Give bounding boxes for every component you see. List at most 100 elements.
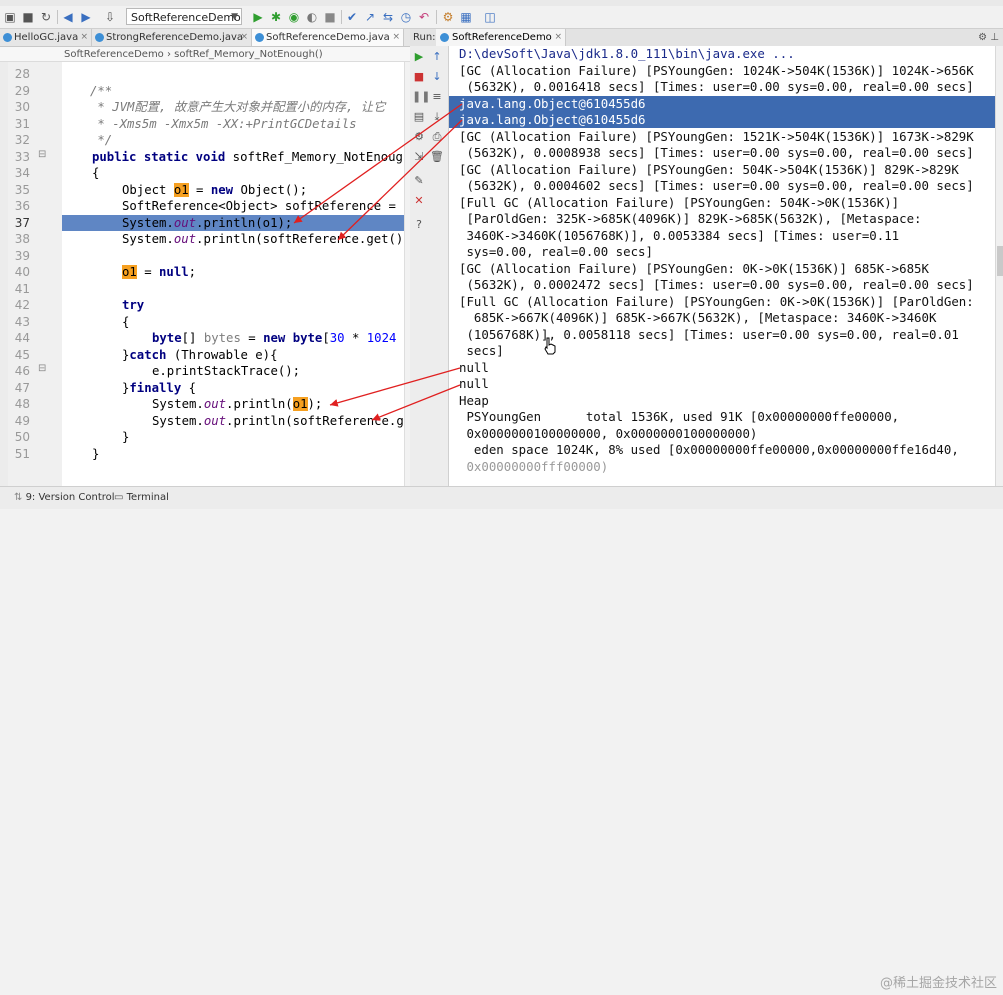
dump-threads-icon[interactable]: ▤ [412, 110, 426, 124]
fold-marker-icon[interactable]: ⊟ [38, 149, 46, 160]
line-number: 28 [14, 67, 30, 81]
code-line-43: { [122, 314, 129, 330]
console-output[interactable]: D:\devSoft\Java\jdk1.8.0_111\bin\java.ex… [449, 46, 995, 486]
console-line: 3460K->3460K(1056768K)], 0.0053384 secs]… [459, 228, 900, 243]
run-tab-label: SoftReferenceDemo [452, 32, 552, 43]
folder-icon[interactable]: ▣ [2, 9, 18, 25]
console-line: [Full GC (Allocation Failure) [PSYoungGe… [459, 294, 974, 309]
forward-icon[interactable]: ▶ [78, 9, 94, 25]
tab-label: SoftReferenceDemo.java [266, 32, 390, 43]
rerun-icon[interactable]: ▶ [412, 50, 426, 64]
settings-icon[interactable]: ⚙ [412, 130, 426, 144]
run-toolbar-primary: ▶ ■ ❚❚ ▤ ⚙ ⇲ ✎ ✕ ? [410, 46, 430, 486]
line-number: 30 [14, 100, 30, 114]
code-line-46: e.printStackTrace(); [152, 363, 300, 379]
code-text: [] [181, 331, 204, 345]
sync-icon[interactable]: ↻ [38, 9, 54, 25]
code-editor[interactable]: /** * JVM配置, 故意产生大对象并配置小的内存, 让它 * -Xms5m… [62, 62, 404, 486]
stop-icon[interactable]: ■ [322, 9, 338, 25]
close-icon[interactable]: × [392, 29, 400, 46]
help-icon[interactable]: ? [412, 218, 426, 232]
save-icon[interactable]: ■ [20, 9, 36, 25]
code-text: System. [122, 216, 174, 230]
code-text: softRef_Memory_NotEnough [232, 150, 404, 164]
pin-icon[interactable]: ✎ [412, 174, 426, 188]
line-number: 45 [14, 348, 30, 362]
toolbar-separator [436, 10, 437, 24]
close-icon[interactable]: × [240, 29, 248, 46]
clear-all-icon[interactable]: 🗑 [430, 150, 444, 164]
sdk-manager-icon[interactable]: ◫ [482, 9, 498, 25]
version-control-tab[interactable]: ⇅ 9: Version Control [14, 487, 115, 509]
terminal-icon: ▭ [114, 492, 127, 503]
console-line: secs] [459, 343, 504, 358]
console-line: (5632K), 0.0002472 secs] [Times: user=0.… [459, 277, 974, 292]
console-scrollbar[interactable] [995, 46, 1003, 486]
vcs-compare-icon[interactable]: ⇆ [380, 9, 396, 25]
code-line-35: Object o1 = new Object(); [122, 182, 307, 198]
code-text: = [136, 265, 160, 279]
coverage-icon[interactable]: ◉ [286, 9, 302, 25]
code-text: = [240, 331, 264, 345]
run-configuration-select[interactable]: SoftReferenceDemo ▼ [126, 8, 242, 25]
toolbar-separator [57, 10, 58, 24]
terminal-tab[interactable]: ▭ Terminal [114, 487, 169, 509]
line-number-gutter: 28 29 30 31 32 33 34 35 36 37 38 39 40 4… [8, 62, 63, 486]
vcs-icon: ⇅ [14, 492, 26, 503]
tab-hellogc[interactable]: HelloGC.java × [0, 29, 92, 46]
code-text: } [122, 430, 130, 444]
code-text: * JVM配置, 故意产生大对象并配置小的内存, 让它 [90, 100, 386, 114]
line-number: 41 [14, 282, 30, 296]
fold-marker-icon[interactable]: ⊟ [38, 363, 46, 374]
revert-icon[interactable]: ↶ [416, 9, 432, 25]
print-icon[interactable]: ⎙ [430, 130, 444, 144]
tab-label: StrongReferenceDemo.java [106, 32, 243, 43]
code-keyword: null [159, 265, 189, 279]
console-line: (1056768K)], 0.0058118 secs] [Times: use… [459, 327, 959, 342]
scroll-up-icon[interactable]: ↑ [430, 50, 444, 64]
settings-icon[interactable]: ⚙ [440, 9, 456, 25]
line-number: 51 [14, 447, 30, 461]
pause-icon[interactable]: ❚❚ [412, 90, 430, 104]
code-text: */ [90, 133, 113, 147]
close-icon[interactable]: × [554, 29, 562, 46]
back-icon[interactable]: ◀ [60, 9, 76, 25]
vcs-commit-icon[interactable]: ↗ [362, 9, 378, 25]
highlighted-variable: o1 [292, 397, 308, 411]
vcs-history-icon[interactable]: ◷ [398, 9, 414, 25]
console-line: 0x00000000fff00000) [459, 459, 609, 474]
run-icon[interactable]: ▶ [250, 9, 266, 25]
soft-wrap-icon[interactable]: ≡ [430, 90, 444, 104]
scroll-down-icon[interactable]: ↓ [430, 70, 444, 84]
gear-icon[interactable]: ⚙ ⊥ [978, 29, 999, 46]
stop-icon[interactable]: ■ [412, 70, 426, 84]
build-icon[interactable]: ⇩ [102, 9, 118, 25]
tab-softreferencedemo[interactable]: SoftReferenceDemo.java × [252, 29, 404, 46]
close-icon[interactable]: × [80, 29, 88, 46]
java-class-icon [95, 33, 104, 42]
restore-layout-icon[interactable]: ⇲ [412, 150, 426, 164]
close-run-icon[interactable]: ✕ [412, 194, 426, 208]
project-structure-icon[interactable]: ▦ [458, 9, 474, 25]
line-number: 43 [14, 315, 30, 329]
profile-icon[interactable]: ◐ [304, 9, 320, 25]
line-number: 33 [14, 150, 30, 164]
line-number: 50 [14, 430, 30, 444]
tab-strongreferencedemo[interactable]: StrongReferenceDemo.java × [92, 29, 252, 46]
run-tab-softreferencedemo[interactable]: SoftReferenceDemo × [436, 29, 566, 46]
code-text: System. [122, 232, 174, 246]
code-line-50: } [122, 429, 129, 445]
editor-tab-bar: HelloGC.java × StrongReferenceDemo.java … [0, 29, 410, 47]
code-text: .println( [226, 397, 293, 411]
debug-icon[interactable]: ✱ [268, 9, 284, 25]
vcs-update-icon[interactable]: ✔ [344, 9, 360, 25]
line-number: 37 [14, 216, 30, 230]
code-text: * -Xms5m -Xmx5m -XX:+PrintGCDetails [90, 117, 357, 131]
terminal-label: Terminal [126, 492, 169, 503]
line-number: 38 [14, 232, 30, 246]
breadcrumb[interactable]: SoftReferenceDemo › softRef_Memory_NotEn… [0, 47, 410, 62]
code-text: ); [307, 397, 323, 411]
line-number: 29 [14, 84, 30, 98]
scroll-to-end-icon[interactable]: ⤓ [430, 110, 444, 124]
scrollbar-thumb[interactable] [997, 246, 1003, 276]
